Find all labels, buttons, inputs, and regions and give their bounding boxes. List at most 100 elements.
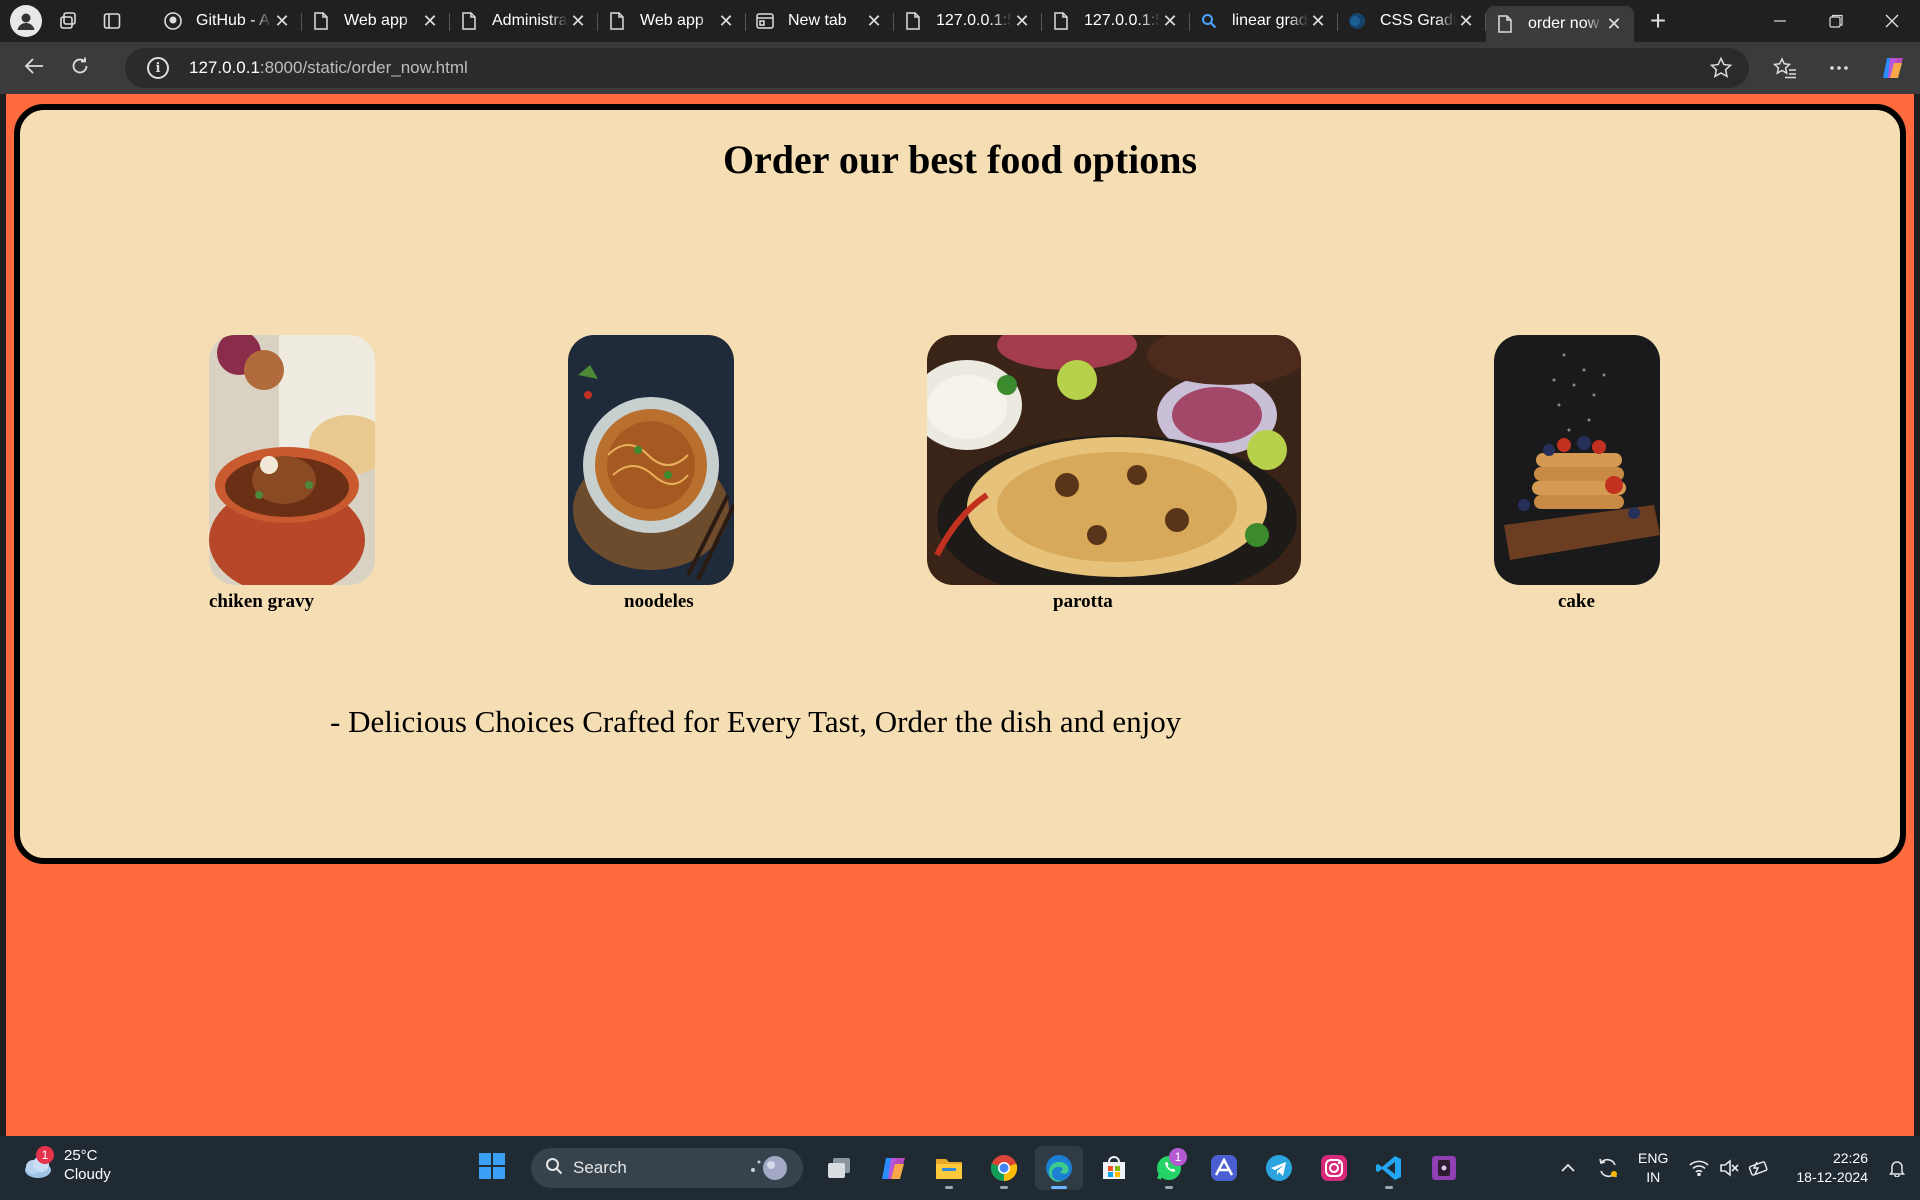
food-item-parotta[interactable]: parotta <box>927 335 1301 612</box>
close-icon[interactable]: ✕ <box>272 11 292 31</box>
close-icon[interactable]: ✕ <box>1456 11 1476 31</box>
copilot-icon[interactable] <box>1866 48 1920 88</box>
taskbar-search[interactable]: Search <box>531 1148 803 1188</box>
battery-icon[interactable] <box>1744 1148 1774 1188</box>
tab-label: CSS Gradie <box>1380 12 1456 29</box>
workspaces-icon[interactable] <box>50 3 86 39</box>
favorite-star-icon[interactable] <box>1709 56 1733 85</box>
tab-order-now[interactable]: order now ✕ <box>1486 6 1634 42</box>
close-icon[interactable]: ✕ <box>1308 11 1328 31</box>
tab-css-gradient[interactable]: CSS Gradie ✕ <box>1338 3 1486 39</box>
start-button[interactable] <box>468 1146 516 1190</box>
food-item-chicken-gravy[interactable]: chiken gravy <box>209 335 375 612</box>
copilot-app-icon[interactable] <box>870 1146 918 1190</box>
whatsapp-badge: 1 <box>1169 1148 1187 1166</box>
parotta-image[interactable] <box>927 335 1301 585</box>
app-icon[interactable] <box>1420 1146 1468 1190</box>
page-icon <box>608 12 626 30</box>
more-menu-icon[interactable] <box>1812 48 1866 88</box>
weather-widget[interactable]: 1 25°C Cloudy <box>20 1146 111 1184</box>
tab-label: linear grad <box>1232 12 1308 29</box>
food-item-cake[interactable]: cake <box>1494 335 1660 612</box>
close-icon[interactable]: ✕ <box>1604 14 1624 34</box>
url-text: 127.0.0.1:8000/static/order_now.html <box>189 58 468 78</box>
tab-label: Web app <box>640 12 704 29</box>
close-icon[interactable]: ✕ <box>864 11 884 31</box>
new-tab-button[interactable]: + <box>1640 3 1676 39</box>
toolbar-right <box>1758 48 1920 88</box>
vscode-icon[interactable] <box>1365 1146 1413 1190</box>
food-item-noodles[interactable]: noodeles <box>568 335 734 612</box>
taskbar: 1 25°C Cloudy Search 1 ENG IN 22:26 18-1… <box>0 1136 1920 1200</box>
page-icon <box>1052 12 1070 30</box>
chrome-icon[interactable] <box>980 1146 1028 1190</box>
back-button[interactable] <box>14 48 54 88</box>
search-label: Search <box>573 1158 627 1177</box>
tab-strip: GitHub - A ✕ Web app ✕ Administra ✕ Web … <box>0 0 1920 42</box>
close-icon[interactable]: ✕ <box>568 11 588 31</box>
weather-condition: Cloudy <box>64 1166 111 1183</box>
instagram-icon[interactable] <box>1310 1146 1358 1190</box>
close-icon[interactable]: ✕ <box>420 11 440 31</box>
tab-label: Administra <box>492 12 568 29</box>
chicken-gravy-image[interactable] <box>209 335 375 585</box>
language-indicator[interactable]: ENG IN <box>1638 1149 1668 1187</box>
file-explorer-icon[interactable] <box>925 1146 973 1190</box>
page-viewport: Order our best food options chiken gravy… <box>6 94 1914 1136</box>
close-icon[interactable]: ✕ <box>1160 11 1180 31</box>
arrow-left-icon <box>24 57 44 80</box>
close-icon[interactable]: ✕ <box>716 11 736 31</box>
minimize-icon[interactable] <box>1752 0 1808 42</box>
tab-github[interactable]: GitHub - A ✕ <box>154 3 302 39</box>
page-icon <box>904 12 922 30</box>
volume-muted-icon[interactable] <box>1714 1148 1744 1188</box>
tab-label: 127.0.0.1:5 <box>936 12 1012 29</box>
browser-toolbar: i 127.0.0.1:8000/static/order_now.html <box>0 42 1920 94</box>
telegram-icon[interactable] <box>1255 1146 1303 1190</box>
food-caption: chiken gravy <box>209 591 315 612</box>
tab-list: GitHub - A ✕ Web app ✕ Administra ✕ Web … <box>154 0 1634 42</box>
weather-badge: 1 <box>36 1146 54 1164</box>
notification-bell-icon[interactable] <box>1882 1148 1912 1188</box>
newtab-icon <box>756 12 774 30</box>
sync-icon[interactable] <box>1588 1148 1628 1188</box>
restore-icon[interactable] <box>1808 0 1864 42</box>
profile-avatar-icon[interactable] <box>10 5 42 37</box>
food-caption: cake <box>1558 591 1595 612</box>
search-icon <box>545 1157 563 1180</box>
tab-label: GitHub - A <box>196 12 270 29</box>
tab-linear-gradient-search[interactable]: linear grad ✕ <box>1190 3 1338 39</box>
whatsapp-icon[interactable]: 1 <box>1145 1146 1193 1190</box>
clock-date: 18-12-2024 <box>1796 1169 1868 1185</box>
clock[interactable]: 22:26 18-12-2024 <box>1796 1149 1868 1187</box>
edge-icon[interactable] <box>1035 1146 1083 1190</box>
page-icon <box>312 12 330 30</box>
close-icon[interactable]: ✕ <box>1012 11 1032 31</box>
page-icon <box>460 12 478 30</box>
tab-administration[interactable]: Administra ✕ <box>450 3 598 39</box>
cake-image[interactable] <box>1494 335 1660 585</box>
task-view-icon[interactable] <box>815 1146 863 1190</box>
site-info-icon[interactable]: i <box>147 57 169 79</box>
github-icon <box>164 12 182 30</box>
arc-icon[interactable] <box>1200 1146 1248 1190</box>
lang-line1: ENG <box>1638 1150 1669 1166</box>
refresh-button[interactable] <box>60 48 100 88</box>
tab-web-app-2[interactable]: Web app ✕ <box>598 3 746 39</box>
tab-localhost-1[interactable]: 127.0.0.1:5 ✕ <box>894 3 1042 39</box>
tab-new-tab[interactable]: New tab ✕ <box>746 3 894 39</box>
vertical-tabs-icon[interactable] <box>94 3 130 39</box>
noodles-image[interactable] <box>568 335 734 585</box>
wifi-icon[interactable] <box>1684 1148 1714 1188</box>
tab-web-app[interactable]: Web app ✕ <box>302 3 450 39</box>
favorites-icon[interactable] <box>1758 48 1812 88</box>
food-caption: noodeles <box>624 591 694 612</box>
clock-time: 22:26 <box>1832 1150 1868 1166</box>
close-window-icon[interactable] <box>1864 0 1920 42</box>
store-icon[interactable] <box>1090 1146 1138 1190</box>
taskbar-apps: Search 1 <box>468 1146 1475 1190</box>
tab-localhost-2[interactable]: 127.0.0.1:5 ✕ <box>1042 3 1190 39</box>
address-bar[interactable]: i 127.0.0.1:8000/static/order_now.html <box>125 48 1749 88</box>
lang-line2: IN <box>1646 1169 1661 1185</box>
chevron-up-icon[interactable] <box>1548 1148 1588 1188</box>
